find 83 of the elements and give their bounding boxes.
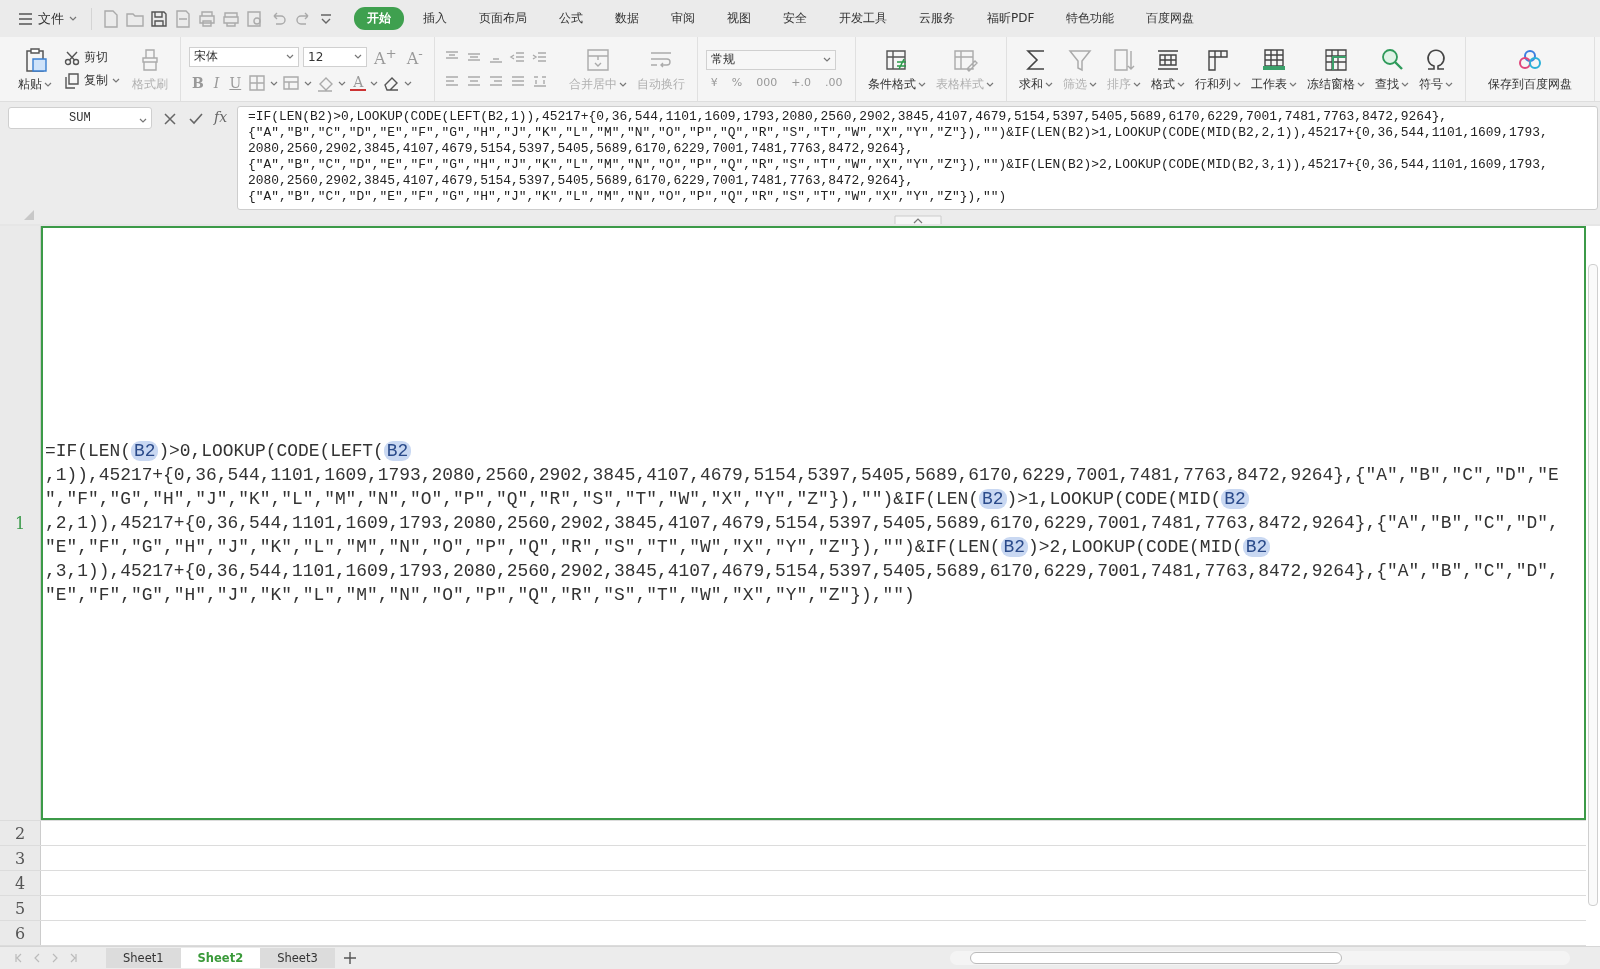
- sheet-tab[interactable]: Sheet3: [260, 948, 335, 968]
- ribbon-tab[interactable]: 插入: [410, 7, 460, 30]
- scissors-button[interactable]: 剪切: [64, 49, 120, 66]
- outdent-icon[interactable]: [508, 49, 527, 65]
- cancel-icon[interactable]: [162, 111, 178, 127]
- table-button[interactable]: 格式: [1147, 44, 1190, 94]
- formula-text: ","F","G","H","J","K","L","M","N","O","P","Q","R","S","T","W","X","Y","Z"}),"")&IF(LEN( B2 )>1,LOOKUP(CODE(MID( B2: [45, 487, 1559, 511]
- select-all-icon[interactable]: [22, 208, 36, 222]
- worksheet-button[interactable]: 工作表: [1247, 44, 1302, 94]
- ribbon-tab[interactable]: 云服务: [906, 7, 968, 30]
- formula-text: ,1)),45217+{0,36,544,1101,1609,1793,2080,2560,2902,3845,4107,4679,5154,5397,5405,5689,6170,6229,7001,7481,7763,8472,9264},{"A","B","C","D","E: [45, 464, 1559, 487]
- caret-icon: [270, 80, 279, 86]
- caret-icon: [354, 54, 362, 60]
- file-menu[interactable]: 文件: [14, 7, 81, 30]
- formula-text: ,2,1)),45217+{0,36,544,1101,1609,1793,2080,2560,2902,3845,4107,4679,5154,5397,5405,5689,6170,6229,7001,7481,7763,8472,9264},{"A","B","C","D",: [45, 512, 1559, 535]
- ribbon-tab[interactable]: 数据: [602, 7, 652, 30]
- previous-sheet-icon[interactable]: [32, 952, 42, 964]
- sheet-tab[interactable]: Sheet2: [180, 948, 261, 968]
- caret-icon: [304, 80, 313, 86]
- formula-text: =IF(LEN( B2 )>0,LOOKUP(CODE(LEFT( B2: [45, 439, 1559, 463]
- caret-icon: [338, 80, 347, 86]
- freeze-panes-button[interactable]: 冻结窗格: [1303, 44, 1370, 94]
- freeze-panes-icon: [1323, 46, 1350, 73]
- caret-icon: [370, 80, 379, 86]
- sheet-tab[interactable]: Sheet1: [106, 948, 181, 968]
- scissors-icon: [64, 49, 80, 66]
- caret-icon: [822, 57, 831, 62]
- table-cell[interactable]: [41, 226, 1586, 820]
- ribbon-tab[interactable]: 公式: [546, 7, 596, 30]
- ribbon-tab[interactable]: 视图: [714, 7, 764, 30]
- number-format-field[interactable]: 常规: [705, 49, 836, 70]
- formula-text: "E","F","G","H","J","K","L","M","N","O","P","Q","R","S","T","W","X","Y","Z"}),"")&IF(LEN( B2 )>2,LOOKUP(CODE(MID( B2: [45, 535, 1559, 559]
- printer-icon[interactable]: [222, 9, 240, 28]
- pdf-file-icon[interactable]: [174, 9, 192, 28]
- ribbon-tab[interactable]: 页面布局: [466, 7, 540, 30]
- horizontal-scrollbar[interactable]: [950, 951, 1570, 965]
- row-header[interactable]: 2: [0, 821, 41, 845]
- worksheet-icon: [1261, 46, 1288, 73]
- ribbon-tab[interactable]: 福昕PDF: [974, 7, 1048, 30]
- vertical-scrollbar[interactable]: [1588, 264, 1598, 906]
- ribbon-tab[interactable]: 百度网盘: [1133, 7, 1208, 30]
- last-sheet-icon[interactable]: [68, 952, 78, 964]
- cell-style-icon[interactable]: [282, 74, 301, 93]
- ribbon-tab[interactable]: 开发工具: [826, 7, 900, 30]
- name-box[interactable]: SUM: [8, 107, 152, 129]
- font-size-field[interactable]: 12: [303, 47, 367, 67]
- cloud-save-button[interactable]: 保存到百度网盘: [1474, 44, 1587, 94]
- rows-columns-button[interactable]: 行和列: [1191, 44, 1246, 94]
- sigma-button[interactable]: 求和: [1015, 44, 1058, 94]
- add-sheet-icon[interactable]: [342, 951, 357, 965]
- copy-icon: [64, 72, 80, 89]
- row-header[interactable]: 3: [0, 846, 41, 870]
- preview-icon[interactable]: [246, 9, 264, 28]
- caret-icon: [139, 118, 147, 123]
- save-icon[interactable]: [150, 9, 168, 28]
- ribbon-tab[interactable]: 特色功能: [1053, 7, 1128, 30]
- search-button[interactable]: 查找: [1371, 44, 1414, 94]
- next-sheet-icon[interactable]: [50, 952, 60, 964]
- printer-icon[interactable]: [198, 9, 216, 28]
- caret-icon: [404, 80, 413, 86]
- insert-function-button[interactable]: fx: [214, 109, 228, 125]
- conditional-format-button[interactable]: 条件格式: [864, 44, 931, 94]
- formula-input[interactable]: =IF(LEN(B2)>0,LOOKUP(CODE(LEFT(B2,1)),45217+{0,36,544,1101,1609,1793,2080,2560,2902,3845,4107,4679,5154,5397,5405,5689,6170,6229,7001,7481,7763,8472,9264}, {"A","B","C","D","E","F","G","H","J","K","L","M","N","O","P","Q","R","S","T","W","X","Y","Z"}),"")&IF(LEN(B2)>1,LOOKUP(CODE(MID(B2,2,1)),45217+{0,36,544,1101,1609,1793, 2080,2560,2902,3845,4107,4679,5154,5397,5405,5689,6170,6229,7001,7481,7763,8472,9264}, {"A","B","C","D","E","F","G","H","J","K","L","M","N","O","P","Q","R","S","T","W","X","Y","Z"}),"")&IF(LEN(B2)>2,LOOKUP(CODE(MID(B2,3,1)),45217+{0,36,544,1101,1609,1793, 2080,2560,2902,3845,4107,4679,5154,5397,5405,5689,6170,6229,7001,7481,7763,8472,9264}, {"A","B","C","D","E","F","G","H","J","K","L","M","N","O","P","Q","R","S","T","W","X","Y","Z"}),""): [237, 106, 1598, 210]
- font-name-field[interactable]: 宋体: [189, 47, 299, 67]
- borders-icon[interactable]: [248, 74, 267, 93]
- clipboard-button[interactable]: 粘贴: [14, 44, 56, 94]
- row-header[interactable]: 5: [0, 896, 41, 920]
- merge-cells-icon: [584, 46, 611, 73]
- check-icon[interactable]: [188, 111, 204, 127]
- row-header[interactable]: 4: [0, 871, 41, 895]
- indent-icon[interactable]: [530, 49, 549, 65]
- first-sheet-icon[interactable]: [14, 952, 24, 964]
- caret-icon: [69, 16, 77, 21]
- omega-button[interactable]: 符号: [1415, 44, 1458, 94]
- formula-text: ,3,1)),45217+{0,36,544,1101,1609,1793,2080,2560,2902,3845,4107,4679,5154,5397,5405,5689,6170,6229,7001,7481,7763,8472,9264},{"A","B","C","D",: [45, 560, 1559, 583]
- ribbon-tab[interactable]: 审阅: [658, 7, 708, 30]
- row-header[interactable]: 6: [0, 921, 41, 945]
- ribbon-tab[interactable]: 安全: [770, 7, 820, 30]
- copy-button[interactable]: 复制: [64, 72, 120, 89]
- formula-text: "E","F","G","H","J","K","L","M","N","O","P","Q","R","S","T","W","X","Y","Z"}),""): [45, 584, 916, 607]
- caret-icon: [286, 54, 294, 60]
- new-file-icon[interactable]: [102, 9, 120, 28]
- menu-icon: [18, 11, 33, 26]
